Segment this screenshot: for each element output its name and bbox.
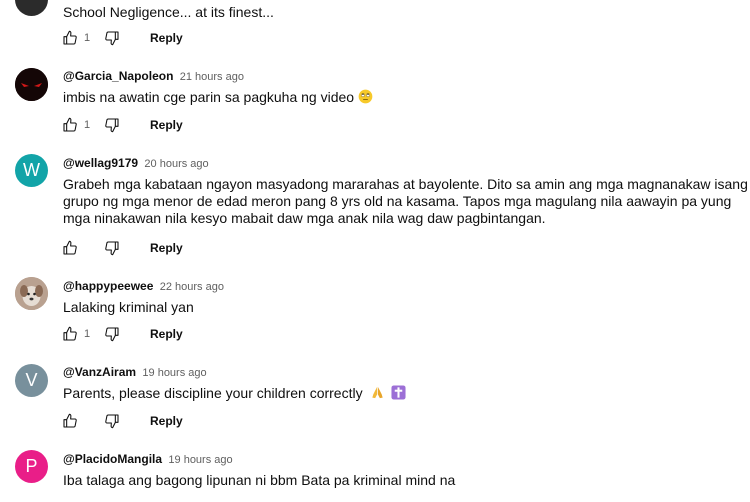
comment-actions: 1 Reply [62,28,183,48]
comment-text: Parents, please discipline your children… [63,385,748,402]
thumbs-down-icon[interactable] [104,240,120,256]
timestamp[interactable]: 22 hours ago [160,281,224,293]
rolling-eyes-emoji [358,89,373,104]
comment-header: @VanzAiram 19 hours ago [63,365,207,379]
reply-button[interactable]: Reply [150,118,183,132]
avatar[interactable]: V [15,364,48,397]
thumbs-up-icon[interactable] [62,30,78,46]
author-name[interactable]: @Garcia_Napoleon [63,69,173,83]
comment-text: Iba talaga ang bagong lipunan ni bbm Bat… [63,472,456,488]
like-count: 1 [84,119,91,131]
comment-header: @happypeewee 22 hours ago [63,279,224,293]
avatar-image [15,277,48,310]
comment-text-body: imbis na awatin cge parin sa pagkuha ng … [63,89,355,105]
thumbs-down-icon[interactable] [104,117,120,133]
latin-cross-emoji [391,385,406,400]
comment-header: @wellag9179 20 hours ago [63,156,209,170]
avatar[interactable] [15,0,48,16]
thumbs-down-icon[interactable] [104,326,120,342]
praying-hands-emoji [372,386,384,399]
comment-text: Lalaking kriminal yan [63,299,194,315]
like-count: 1 [84,328,91,340]
comment-actions: Reply [62,411,183,431]
avatar[interactable] [15,68,48,101]
avatar[interactable] [15,277,48,310]
comment-text-body: Parents, please discipline your children… [63,385,363,401]
avatar[interactable]: P [15,450,48,483]
author-name[interactable]: @wellag9179 [63,156,138,170]
comment-header: @Garcia_Napoleon 21 hours ago [63,69,244,83]
comment-text: imbis na awatin cge parin sa pagkuha ng … [63,89,748,106]
timestamp[interactable]: 19 hours ago [142,367,206,379]
thumbs-up-icon[interactable] [62,413,78,429]
comment-actions: Reply [62,238,183,258]
reply-button[interactable]: Reply [150,31,183,45]
author-name[interactable]: @VanzAiram [63,365,136,379]
thumbs-down-icon[interactable] [104,413,120,429]
comment-actions: 1 Reply [62,115,183,135]
reply-button[interactable]: Reply [150,327,183,341]
avatar-image [15,68,48,101]
like-count: 1 [84,32,91,44]
thumbs-up-icon[interactable] [62,240,78,256]
author-name[interactable]: @happypeewee [63,279,153,293]
comment-text: Grabeh mga kabataan ngayon masyadong mar… [63,176,748,226]
author-name[interactable]: @PlacidoMangila [63,452,162,466]
comment-text: School Negligence... at its finest... [63,4,274,20]
timestamp[interactable]: 21 hours ago [180,71,244,83]
comment-actions: 1 Reply [62,324,183,344]
thumbs-up-icon[interactable] [62,326,78,342]
reply-button[interactable]: Reply [150,241,183,255]
timestamp[interactable]: 19 hours ago [168,454,232,466]
reply-button[interactable]: Reply [150,414,183,428]
comment-header: @PlacidoMangila 19 hours ago [63,452,233,466]
timestamp[interactable]: 20 hours ago [144,158,208,170]
thumbs-up-icon[interactable] [62,117,78,133]
avatar[interactable]: W [15,154,48,187]
thumbs-down-icon[interactable] [104,30,120,46]
